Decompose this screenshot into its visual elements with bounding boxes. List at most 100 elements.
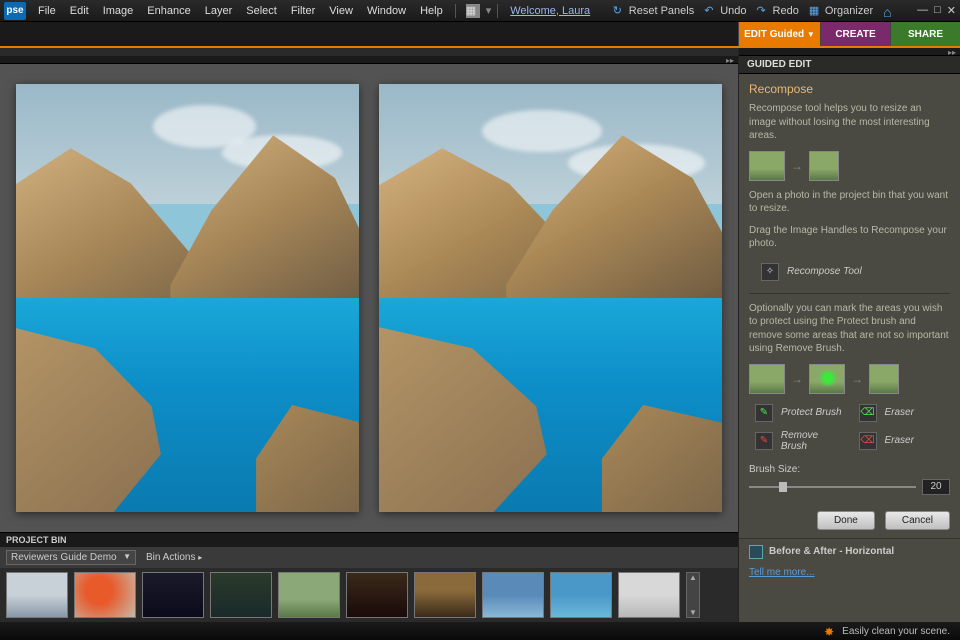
example-thumb [749, 364, 785, 394]
organizer-button[interactable]: ▦Organizer [809, 4, 873, 18]
example-thumbs-2: → → [749, 364, 950, 394]
before-view[interactable] [16, 84, 359, 512]
sparkle-icon: ✸ [824, 625, 836, 637]
view-mode-label: Before & After - Horizontal [769, 546, 894, 557]
menu-separator [497, 4, 498, 18]
panel-expand-bar[interactable]: ▸▸ [0, 56, 738, 64]
cancel-button[interactable]: Cancel [885, 511, 950, 530]
protect-brush-button[interactable]: ✎ Protect Brush [755, 402, 847, 424]
project-bin: PROJECT BIN Reviewers Guide Demo ▼ Bin A… [0, 532, 738, 622]
canvas-area: ▸▸ PROJECT BIN [0, 48, 738, 622]
welcome-link[interactable]: Welcome, Laura [510, 5, 590, 17]
menu-layer[interactable]: Layer [199, 3, 239, 19]
tab-create[interactable]: CREATE [820, 22, 890, 46]
canvas-topbar [0, 48, 738, 56]
brush-size-label: Brush Size: [749, 464, 950, 475]
protect-brush-icon: ✎ [755, 404, 773, 422]
menu-help[interactable]: Help [414, 3, 449, 19]
bin-thumb[interactable] [346, 572, 408, 618]
after-view[interactable] [379, 84, 722, 512]
example-thumb [749, 151, 785, 181]
guided-edit-panel: ▸▸ GUIDED EDIT Recompose Recompose tool … [738, 48, 960, 622]
reset-panels-button[interactable]: ↻Reset Panels [613, 4, 694, 18]
menubar: pse File Edit Image Enhance Layer Select… [0, 0, 960, 22]
bin-thumb[interactable] [618, 572, 680, 618]
bin-thumb[interactable] [278, 572, 340, 618]
bin-thumb[interactable] [550, 572, 612, 618]
workspace: ▸▸ PROJECT BIN [0, 48, 960, 622]
panel-description: Recompose tool helps you to resize an im… [749, 102, 950, 143]
panel-text-open: Open a photo in the project bin that you… [749, 189, 950, 216]
divider [749, 293, 950, 294]
example-thumb-protect [809, 364, 845, 394]
done-button[interactable]: Done [817, 511, 875, 530]
menu-separator [455, 4, 456, 18]
menu-view[interactable]: View [323, 3, 359, 19]
recompose-tool-button[interactable]: ✧ Recompose Tool [761, 259, 950, 285]
menubar-right: ↻Reset Panels ↶Undo ↷Redo ▦Organizer ⌂ —… [613, 4, 956, 18]
brush-size-control: 20 [749, 479, 950, 495]
bin-thumb[interactable] [210, 572, 272, 618]
bin-actions-menu[interactable]: Bin Actions ▸ [146, 552, 202, 563]
close-button[interactable]: ✕ [947, 4, 956, 17]
layout-grid-icon[interactable]: ▦ [466, 4, 480, 18]
panel-buttons: Done Cancel [739, 503, 960, 538]
tool-label: Recompose Tool [787, 266, 862, 277]
project-bin-toolbar: Reviewers Guide Demo ▼ Bin Actions ▸ [0, 547, 738, 568]
app-logo[interactable]: pse [4, 2, 26, 20]
menu-select[interactable]: Select [240, 3, 283, 19]
panel-expand-bar[interactable]: ▸▸ [739, 48, 960, 56]
example-thumb [809, 151, 839, 181]
panel-title: Recompose [749, 82, 950, 96]
bin-thumb[interactable] [414, 572, 476, 618]
window-controls: — □ ✕ [917, 4, 956, 17]
undo-button[interactable]: ↶Undo [704, 4, 746, 18]
bin-thumb[interactable] [74, 572, 136, 618]
mode-tabbar: EDIT Guided ▼ CREATE SHARE [0, 22, 960, 48]
example-thumb [869, 364, 899, 394]
maximize-button[interactable]: □ [934, 4, 941, 17]
refresh-icon: ↻ [613, 4, 627, 18]
eraser-icon: ⌫ [859, 432, 877, 450]
app-window: pse File Edit Image Enhance Layer Select… [0, 0, 960, 640]
protect-eraser-button[interactable]: ⌫ Eraser [859, 402, 951, 424]
bin-collection-select[interactable]: Reviewers Guide Demo ▼ [6, 550, 136, 565]
home-icon[interactable]: ⌂ [883, 4, 897, 18]
before-after-views [0, 64, 738, 532]
status-text: Easily clean your scene. [842, 626, 950, 637]
panel-header: GUIDED EDIT [739, 56, 960, 74]
tell-me-more-link[interactable]: Tell me more... [739, 565, 960, 584]
menu-filter[interactable]: Filter [285, 3, 321, 19]
status-bar: ✸ Easily clean your scene. [0, 622, 960, 640]
bin-scrollbar[interactable]: ▲▼ [686, 572, 700, 618]
panel-text-optional: Optionally you can mark the areas you wi… [749, 302, 950, 356]
arrow-icon: → [851, 372, 863, 386]
brush-tools-grid: ✎ Protect Brush ⌫ Eraser ✎ Remove Brush … [755, 402, 950, 454]
bin-thumb[interactable] [6, 572, 68, 618]
panel-text-drag: Drag the Image Handles to Recompose your… [749, 224, 950, 251]
brush-size-slider[interactable] [749, 486, 916, 488]
view-mode-icon [749, 545, 763, 559]
menu-enhance[interactable]: Enhance [141, 3, 196, 19]
project-bin-header: PROJECT BIN [0, 533, 738, 547]
menu-window[interactable]: Window [361, 3, 412, 19]
bin-thumb[interactable] [482, 572, 544, 618]
tab-edit[interactable]: EDIT Guided ▼ [738, 22, 820, 46]
minimize-button[interactable]: — [917, 4, 928, 17]
recompose-tool-icon: ✧ [761, 263, 779, 281]
remove-eraser-button[interactable]: ⌫ Eraser [859, 428, 951, 454]
menu-edit[interactable]: Edit [64, 3, 95, 19]
tab-share[interactable]: SHARE [890, 22, 960, 46]
redo-button[interactable]: ↷Redo [757, 4, 799, 18]
chevron-down-icon: ▼ [807, 30, 815, 39]
bin-thumbnails: ▲▼ [0, 568, 738, 622]
remove-brush-button[interactable]: ✎ Remove Brush [755, 428, 847, 454]
menu-image[interactable]: Image [97, 3, 140, 19]
panel-body: Recompose Recompose tool helps you to re… [739, 74, 960, 503]
eraser-icon: ⌫ [859, 404, 877, 422]
menu-file[interactable]: File [32, 3, 62, 19]
brush-size-value[interactable]: 20 [922, 479, 950, 495]
bin-thumb[interactable] [142, 572, 204, 618]
arrow-icon: → [791, 372, 803, 386]
view-mode-row[interactable]: Before & After - Horizontal [739, 538, 960, 565]
